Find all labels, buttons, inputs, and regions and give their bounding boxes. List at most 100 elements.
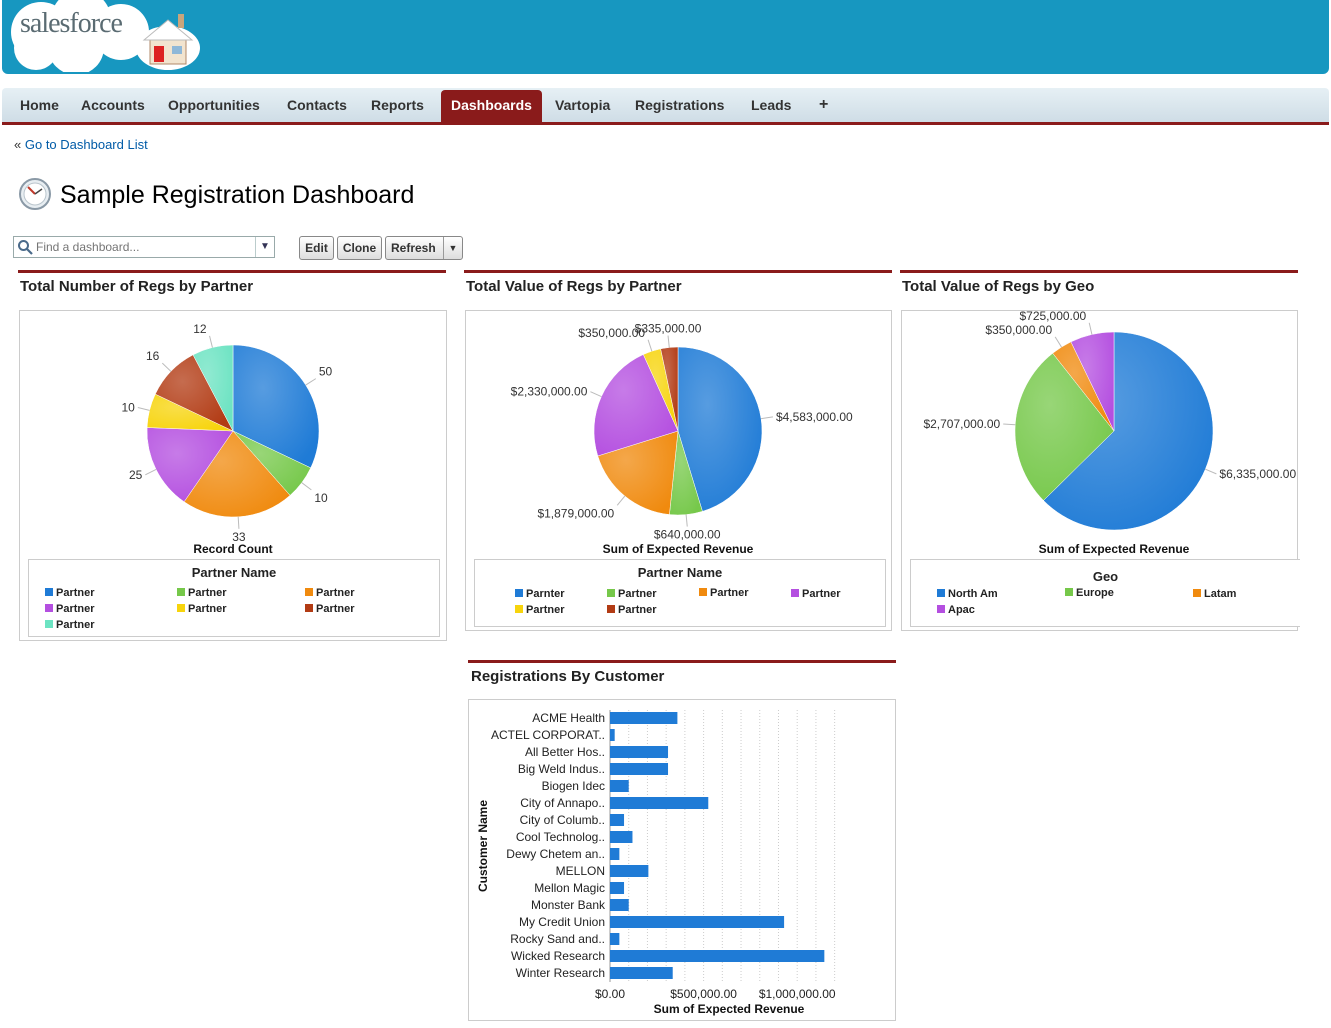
bar[interactable] bbox=[610, 916, 785, 928]
y-tick-label: City of Annapo.. bbox=[520, 796, 605, 810]
legend-item: Partner bbox=[305, 587, 355, 599]
bar[interactable] bbox=[610, 831, 633, 843]
tab-dashboards[interactable]: Dashboards bbox=[441, 90, 542, 122]
x-tick-label: $1,000,000.00 bbox=[759, 987, 836, 1001]
pie-label-leader bbox=[305, 378, 317, 386]
panel-regs-by-customer[interactable]: ACME Health ACTEL CORPORAT.. All Better Ho… bbox=[468, 699, 896, 1021]
bar-chart-regs-by-customer[interactable]: ACME Health ACTEL CORPORAT.. All Better Ho… bbox=[469, 700, 895, 1020]
refresh-label: Refresh bbox=[391, 241, 436, 255]
y-tick-label: City of Columb.. bbox=[520, 813, 605, 827]
y-tick-label: Cool Technolog.. bbox=[516, 830, 605, 844]
legend-item: Partner bbox=[45, 603, 95, 615]
pie-label-leader bbox=[209, 335, 213, 348]
pie-data-label: 50 bbox=[319, 365, 333, 379]
pie-chart-value-partner[interactable]: $4,583,000.00 $640,000.00 $1,879,000.00 $2,… bbox=[466, 311, 891, 557]
dashboard-gauge-icon bbox=[19, 178, 51, 210]
y-tick-label: Mellon Magic bbox=[534, 881, 605, 895]
bar[interactable] bbox=[610, 780, 629, 792]
bar[interactable] bbox=[610, 865, 649, 877]
legend-item: Partner bbox=[305, 603, 355, 615]
panel-regs-by-partner[interactable]: 50 10 33 25 10 16 12 Record Count Partner Name … bbox=[19, 310, 447, 641]
legend-item: Partner bbox=[177, 587, 227, 599]
pie-data-label: $640,000.00 bbox=[654, 528, 721, 542]
clone-button[interactable]: Clone bbox=[337, 236, 382, 260]
bar[interactable] bbox=[610, 712, 678, 724]
pie-label-leader bbox=[301, 482, 312, 491]
bar[interactable] bbox=[610, 814, 625, 826]
pie-label-leader bbox=[161, 362, 172, 372]
y-tick-label: Dewy Chetem an.. bbox=[506, 847, 605, 861]
x-axis-title: Sum of Expected Revenue bbox=[654, 1002, 805, 1016]
edit-button[interactable]: Edit bbox=[299, 236, 334, 260]
bar[interactable] bbox=[610, 967, 673, 979]
pie-data-label: 16 bbox=[146, 349, 160, 363]
pie-label-leader bbox=[1205, 468, 1217, 475]
pie-data-label: $335,000.00 bbox=[635, 322, 702, 336]
refresh-button[interactable]: Refresh ▼ bbox=[385, 236, 463, 260]
pie-label-leader bbox=[237, 516, 240, 529]
legend-item: Partner bbox=[791, 588, 841, 600]
dashboard-search[interactable]: ▼ bbox=[13, 236, 275, 258]
pie-chart-regs-count[interactable]: 50103325101612Record Count bbox=[20, 311, 446, 556]
x-tick-label: $0.00 bbox=[595, 987, 625, 1001]
pie-label-leader bbox=[145, 468, 157, 476]
y-tick-label: My Credit Union bbox=[519, 915, 605, 929]
bar[interactable] bbox=[610, 746, 669, 758]
tab-accounts[interactable]: Accounts bbox=[71, 88, 155, 122]
bar[interactable] bbox=[610, 797, 709, 809]
pie-data-label: 12 bbox=[193, 322, 207, 336]
pie-data-label: $6,335,000.00 bbox=[1219, 467, 1296, 481]
chart-axis-title: Sum of Expected Revenue bbox=[1039, 542, 1190, 556]
legend-item: Latam bbox=[1193, 588, 1236, 600]
tab-home[interactable]: Home bbox=[10, 88, 69, 122]
legend-item: Partner bbox=[607, 588, 657, 600]
refresh-dropdown-icon[interactable]: ▼ bbox=[443, 237, 462, 259]
panel-title-regs-by-customer: Registrations By Customer bbox=[468, 660, 896, 690]
tab-vartopia[interactable]: Vartopia bbox=[545, 88, 620, 122]
panel-value-by-partner[interactable]: $4,583,000.00 $640,000.00 $1,879,000.00 $2,… bbox=[465, 310, 892, 631]
search-icon bbox=[18, 240, 33, 255]
legend-item: Partner bbox=[45, 619, 95, 631]
chevron-down-icon[interactable]: ▼ bbox=[255, 237, 274, 257]
y-axis-title: Customer Name bbox=[476, 800, 490, 892]
pie-data-label: $2,330,000.00 bbox=[511, 385, 588, 399]
tab-add-icon[interactable]: + bbox=[809, 88, 838, 122]
pie-label-leader bbox=[647, 339, 653, 352]
pie-label-leader bbox=[590, 391, 602, 398]
pie-label-leader bbox=[761, 416, 774, 420]
bar[interactable] bbox=[610, 763, 669, 775]
tab-contacts[interactable]: Contacts bbox=[277, 88, 357, 122]
bar[interactable] bbox=[610, 950, 825, 962]
legend-regs-count: Partner Name Partner Partner Partner Par… bbox=[28, 559, 440, 637]
pie-data-label: $725,000.00 bbox=[1019, 311, 1086, 323]
bar[interactable] bbox=[610, 882, 625, 894]
pie-data-label: $4,583,000.00 bbox=[776, 410, 853, 424]
bar[interactable] bbox=[610, 729, 615, 741]
tab-registrations[interactable]: Registrations bbox=[625, 88, 734, 122]
y-tick-label: Winter Research bbox=[516, 966, 605, 980]
legend-value-geo: Geo North Am Europe Latam Apac bbox=[910, 559, 1300, 627]
legend-item: Partner bbox=[699, 587, 749, 599]
back-link-label[interactable]: Go to Dashboard List bbox=[25, 137, 148, 152]
pie-label-leader bbox=[667, 335, 670, 348]
pie-chart-value-geo[interactable]: $6,335,000.00 $2,707,000.00 $350,000.00$72… bbox=[902, 311, 1297, 557]
tab-opportunities[interactable]: Opportunities bbox=[158, 88, 270, 122]
panel-title-value-by-geo: Total Value of Regs by Geo bbox=[900, 270, 1298, 300]
bar[interactable] bbox=[610, 848, 620, 860]
legend-item: Apac bbox=[937, 604, 975, 616]
bar[interactable] bbox=[610, 933, 620, 945]
app-header: salesforce bbox=[2, 0, 1329, 74]
pie-data-label: 10 bbox=[314, 491, 328, 505]
back-link[interactable]: « Go to Dashboard List bbox=[14, 137, 148, 152]
legend-title: Geo bbox=[1092, 569, 1119, 584]
pie-data-label: $2,707,000.00 bbox=[923, 417, 1000, 431]
tab-leads[interactable]: Leads bbox=[741, 88, 801, 122]
panel-title-value-by-partner: Total Value of Regs by Partner bbox=[464, 270, 892, 300]
legend-item: Partner bbox=[607, 604, 657, 616]
bar[interactable] bbox=[610, 899, 629, 911]
dashboard-search-input[interactable] bbox=[36, 238, 256, 256]
y-tick-label: Wicked Research bbox=[511, 949, 605, 963]
tab-reports[interactable]: Reports bbox=[361, 88, 434, 122]
chart-axis-title: Sum of Expected Revenue bbox=[603, 542, 754, 556]
panel-value-by-geo[interactable]: $6,335,000.00 $2,707,000.00 $350,000.00 $72… bbox=[901, 310, 1300, 631]
